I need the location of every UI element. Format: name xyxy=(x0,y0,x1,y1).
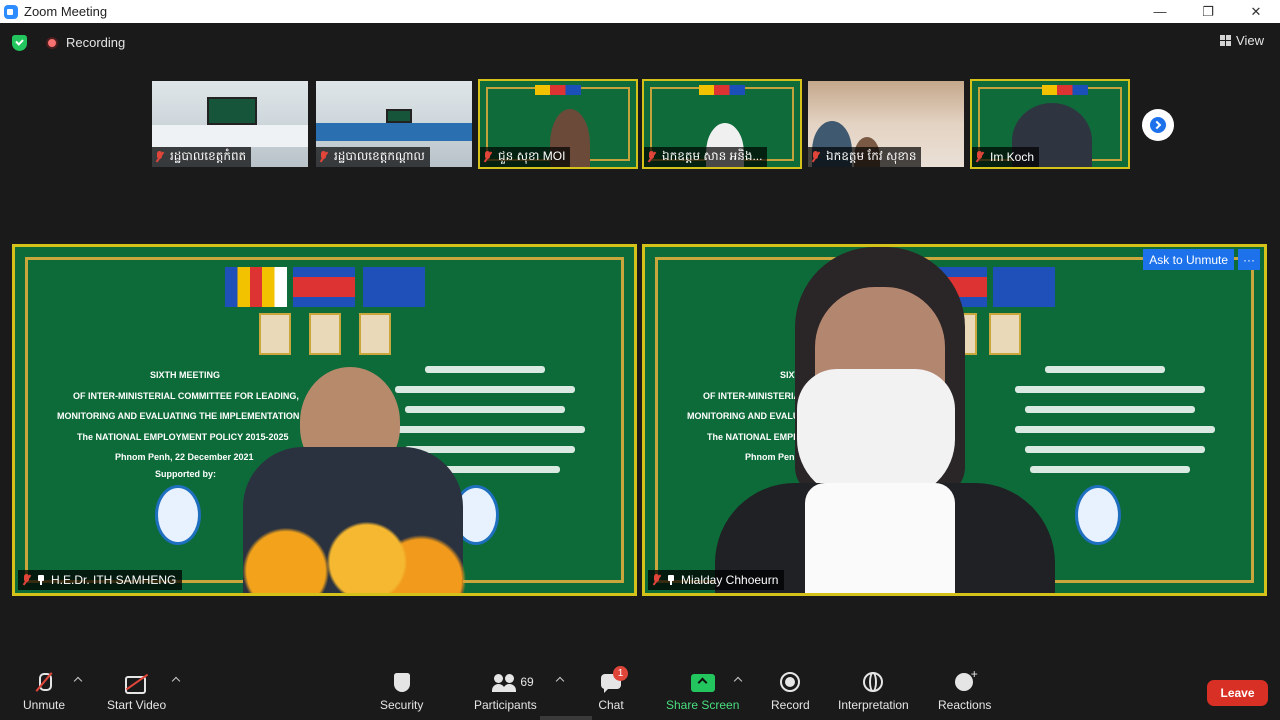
participants-options-chevron-icon[interactable] xyxy=(555,676,565,686)
interpretation-label: Interpretation xyxy=(838,698,909,712)
next-page-button[interactable] xyxy=(1142,109,1174,141)
slide-title: SIXTH MEETING xyxy=(150,370,221,380)
participant-name-label: Mialday Chhoeurn xyxy=(648,570,785,590)
more-options-button[interactable]: ··· xyxy=(1238,249,1260,270)
participant-name-label: H.E.Dr. ITH SAMHENG xyxy=(18,570,183,590)
thumbnail-name-text: ជួន សុខា MOI xyxy=(498,149,566,163)
audio-options-chevron-icon[interactable] xyxy=(73,676,83,686)
share-screen-label: Share Screen xyxy=(666,698,740,712)
stage-tile-left[interactable]: SIXTH MEETING OF INTER-MINISTERIAL COMMI… xyxy=(12,244,637,596)
title-bar: Zoom Meeting — ❐ ✕ xyxy=(0,0,1280,23)
microphone-muted-icon xyxy=(31,672,57,694)
chat-unread-badge: 1 xyxy=(613,666,628,681)
mic-muted-icon xyxy=(22,574,31,586)
leave-button[interactable]: Leave xyxy=(1207,680,1268,706)
security-button[interactable]: Security xyxy=(380,672,423,712)
mic-muted-icon xyxy=(319,151,328,163)
shield-icon xyxy=(389,672,415,694)
chat-bubble-icon: 1 xyxy=(598,666,628,694)
thumbnail-name-text: រដ្ឋបាលខេត្តកំពត xyxy=(170,149,247,163)
mic-muted-icon xyxy=(647,151,656,163)
slide-line-2: MONITORING AND EVALUATING THE IMPLEMENTA… xyxy=(57,411,300,421)
meeting-top-bar: Recording View xyxy=(0,31,1280,55)
thumbnail-name: Im Koch xyxy=(972,147,1040,167)
camera-off-icon xyxy=(124,672,150,694)
window-title: Zoom Meeting xyxy=(24,4,108,19)
participant-thumbnails: រដ្ឋបាលខេត្តកំពត រដ្ឋបាលខេត្តកណ្ដាល ជួន … xyxy=(150,79,1130,169)
thumbnail-name: រដ្ឋបាលខេត្តកណ្ដាល xyxy=(316,147,430,167)
ask-to-unmute-button[interactable]: Ask to Unmute xyxy=(1143,249,1234,270)
slide-line-1: OF INTER-MINISTERIAL COMMITTEE FOR LEADI… xyxy=(73,391,299,401)
meeting-area: Recording View រដ្ឋបាលខេត្តកំពត រដ្ឋបាលខ… xyxy=(0,23,1280,660)
thumbnail-name: ជួន សុខា MOI xyxy=(480,147,571,167)
unmute-button[interactable]: Unmute xyxy=(23,672,65,712)
mic-muted-icon xyxy=(483,151,492,163)
recording-label[interactable]: Recording xyxy=(66,35,125,50)
thumbnail-name: រដ្ឋបាលខេត្តកំពត xyxy=(152,147,252,167)
restore-button[interactable]: ❐ xyxy=(1184,0,1232,23)
record-icon xyxy=(777,672,803,694)
thumbnail-name-text: ឯកឧត្តម សាន អនិង... xyxy=(662,149,763,163)
view-label: View xyxy=(1236,33,1264,48)
chat-label: Chat xyxy=(598,698,624,712)
zoom-app-icon xyxy=(4,4,18,19)
recording-icon[interactable] xyxy=(46,37,58,49)
view-button[interactable]: View xyxy=(1220,33,1264,48)
thumbnail-name: ឯកឧត្តម កែវ សុខាន xyxy=(808,147,922,167)
record-button[interactable]: Record xyxy=(771,672,810,712)
reactions-label: Reactions xyxy=(938,698,992,712)
participants-button[interactable]: 69 Participants xyxy=(474,672,537,712)
reaction-smiley-icon xyxy=(952,667,978,694)
start-video-label: Start Video xyxy=(107,698,167,712)
unmute-label: Unmute xyxy=(23,698,66,712)
participant-name: H.E.Dr. ITH SAMHENG xyxy=(51,573,177,587)
start-video-button[interactable]: Start Video xyxy=(107,672,166,712)
participants-label: Participants xyxy=(474,698,537,712)
chat-button[interactable]: 1 Chat xyxy=(598,666,628,712)
globe-icon xyxy=(860,672,886,694)
thumbnail-name-text: ឯកឧត្តម កែវ សុខាន xyxy=(826,149,917,163)
thumbnail-tile[interactable]: ឯកឧត្តម សាន អនិង... xyxy=(642,79,802,169)
share-screen-icon xyxy=(690,672,716,694)
thumbnail-name-text: រដ្ឋបាលខេត្តកណ្ដាល xyxy=(334,149,425,163)
record-label: Record xyxy=(771,698,810,712)
minimize-button[interactable]: — xyxy=(1136,0,1184,23)
participants-icon: 69 xyxy=(492,672,534,694)
participant-name: Mialday Chhoeurn xyxy=(681,573,779,587)
window-controls: — ❐ ✕ xyxy=(1136,0,1280,23)
chevron-right-icon xyxy=(1152,120,1162,130)
meeting-toolbar: Unmute Start Video Security 69 Participa… xyxy=(0,660,1280,720)
close-button[interactable]: ✕ xyxy=(1232,0,1280,23)
slide-supported-by: Supported by: xyxy=(155,469,216,479)
slide-line-1: OF INTER-MINISTERIAL xyxy=(703,391,806,401)
mic-muted-icon xyxy=(155,151,164,163)
share-screen-button[interactable]: Share Screen xyxy=(666,672,739,712)
thumbnail-name: ឯកឧត្តម សាន អនិង... xyxy=(644,147,768,167)
thumbnail-tile[interactable]: ឯកឧត្តម កែវ សុខាន xyxy=(806,79,966,169)
thumbnail-tile[interactable]: រដ្ឋបាលខេត្តកណ្ដាល xyxy=(314,79,474,169)
grid-view-icon xyxy=(1220,35,1232,46)
slide-date: Phnom Penh, 22 December 2021 xyxy=(115,452,254,462)
participants-count: 69 xyxy=(520,675,534,689)
mic-muted-icon xyxy=(811,151,820,163)
encryption-shield-icon[interactable] xyxy=(12,35,27,51)
mic-muted-icon xyxy=(652,574,661,586)
interpretation-button[interactable]: Interpretation xyxy=(838,672,909,712)
video-options-chevron-icon[interactable] xyxy=(171,676,181,686)
spotlight-pin-icon xyxy=(37,575,45,585)
thumbnail-tile[interactable]: Im Koch xyxy=(970,79,1130,169)
stage-tile-right[interactable]: SIXTH MEETING OF INTER-MINISTERIAL MONIT… xyxy=(642,244,1267,596)
spotlight-pin-icon xyxy=(667,575,675,585)
thumbnail-tile[interactable]: ជួន សុខា MOI xyxy=(478,79,638,169)
slide-line-3: The NATIONAL EMPLOYMENT POLICY 2015-2025 xyxy=(77,432,289,442)
security-label: Security xyxy=(380,698,424,712)
reactions-button[interactable]: Reactions xyxy=(938,667,992,712)
mic-muted-icon xyxy=(975,151,984,163)
active-indicator xyxy=(540,716,592,720)
thumbnail-name-text: Im Koch xyxy=(990,150,1035,164)
thumbnail-tile[interactable]: រដ្ឋបាលខេត្តកំពត xyxy=(150,79,310,169)
